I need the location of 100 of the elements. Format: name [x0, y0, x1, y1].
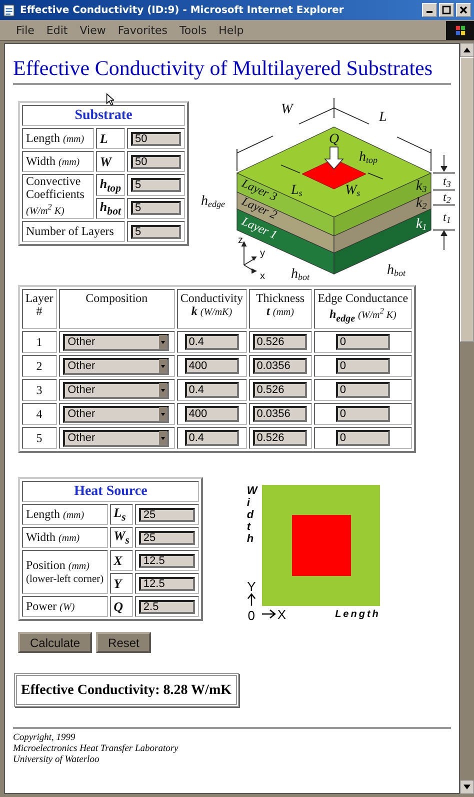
value-field[interactable]: 5	[131, 178, 181, 192]
unit-label: (W/m$^{2}$ K)	[26, 206, 64, 218]
symbol-label: Y	[114, 576, 122, 590]
column-header: Conductivity	[180, 292, 244, 305]
thickness-field[interactable]: 0.526	[252, 334, 307, 350]
field-label: Power	[26, 598, 57, 612]
axes-icon	[241, 241, 257, 274]
field-label: Width	[26, 154, 56, 168]
symbol-label: L$_{s}$	[114, 505, 126, 520]
unit-label: (W)	[60, 602, 75, 612]
value-field[interactable]: 5	[131, 224, 181, 239]
edge-conductance-field[interactable]: 0	[336, 382, 390, 398]
window-title: Effective Conductivity (ID:9) - Microsoft Internet Explorer	[20, 4, 345, 16]
menu-item[interactable]: Tools	[174, 24, 213, 36]
edge-conductance-field[interactable]: 0	[336, 430, 390, 446]
diagram-label: h$_{edge}$	[201, 194, 225, 209]
diagram-label: z	[238, 235, 243, 246]
diagram-label: t$_{2}$	[443, 190, 451, 205]
axis-label: X	[277, 608, 286, 620]
up-arrow-icon	[246, 593, 256, 606]
conductivity-field[interactable]: 400	[184, 406, 239, 422]
menu-item[interactable]: Edit	[40, 24, 74, 36]
diagram-label: t$_{1}$	[443, 210, 451, 225]
menu-item[interactable]: Favorites	[112, 24, 174, 36]
composition-select[interactable]: Other	[62, 334, 169, 350]
symbol-label: W	[100, 154, 112, 168]
unit-label: (mm)	[58, 532, 80, 544]
maximize-icon	[441, 5, 452, 15]
diagram-label: k$_{1}$	[416, 217, 427, 232]
edge-conductance-field[interactable]: 0	[336, 406, 390, 422]
value-field[interactable]: 25	[139, 530, 196, 544]
scroll-thumb[interactable]	[460, 57, 474, 342]
scroll-up-icon[interactable]	[460, 43, 474, 57]
footer-line: Copyright, 1999	[13, 733, 76, 744]
menu-item[interactable]: Help	[212, 24, 250, 36]
table-title: Substrate	[74, 108, 132, 122]
thickness-field[interactable]: 0.526	[252, 430, 307, 446]
diagram-label: k$_{3}$	[416, 179, 427, 194]
diagram-label: Q	[329, 132, 340, 147]
note-label: (lower-left corner)	[26, 572, 104, 586]
value-field[interactable]: 5	[131, 201, 181, 216]
close-button[interactable]	[456, 3, 471, 17]
field-label: Number of Layers	[26, 224, 114, 238]
form-button[interactable]: Reset	[96, 632, 152, 653]
layer-number: 5	[36, 430, 42, 444]
diagram-label: L$_{s}$	[291, 183, 302, 198]
scroll-down-icon[interactable]	[460, 780, 474, 794]
unit-label: (mm)	[272, 307, 294, 318]
diagram-label: h$_{top}$	[359, 150, 378, 165]
unit-label: (mm)	[63, 510, 84, 520]
field-label: Convective Coefficients	[26, 174, 84, 201]
page-icon	[3, 4, 16, 16]
value-field[interactable]: 25	[139, 508, 196, 522]
symbol-label: k	[191, 304, 198, 318]
right-arrow-icon	[262, 609, 276, 619]
diagram-label: y	[260, 248, 265, 259]
composition-select[interactable]: Other	[62, 358, 169, 374]
field-label: Width	[26, 530, 56, 544]
diagram-label: x	[260, 271, 265, 282]
close-icon	[458, 5, 469, 15]
minimize-icon	[426, 11, 433, 13]
symbol-label: X	[114, 552, 122, 568]
thickness-field[interactable]: 0.526	[252, 382, 307, 398]
field-label: Position	[26, 558, 66, 572]
menu-item[interactable]: File	[10, 24, 40, 36]
value-field[interactable]: 12.5	[139, 554, 196, 568]
axis-label: Y	[247, 580, 256, 593]
value-field[interactable]: 50	[131, 132, 181, 146]
symbol-label: L	[100, 130, 108, 146]
value-field[interactable]: 2.5	[139, 600, 196, 614]
value-field[interactable]: 12.5	[139, 576, 196, 590]
diagram-label: k$_{2}$	[416, 196, 427, 211]
maximize-button[interactable]	[439, 3, 454, 17]
symbol-label: W$_{s}$	[114, 528, 130, 544]
unit-label: (mm)	[58, 156, 80, 168]
edge-conductance-field[interactable]: 0	[336, 334, 390, 350]
composition-select[interactable]: Other	[62, 430, 169, 446]
conductivity-field[interactable]: 400	[184, 358, 239, 374]
unit-label: (W/mK)	[200, 307, 232, 318]
value-field[interactable]: 50	[131, 154, 181, 168]
conductivity-field[interactable]: 0.4	[184, 334, 239, 350]
diagram-label: h$_{bot}$	[291, 267, 310, 282]
composition-select[interactable]: Other	[62, 406, 169, 422]
form-button[interactable]: Calculate	[18, 632, 92, 653]
table-title: Heat Source	[74, 484, 148, 498]
column-note: #	[36, 305, 42, 318]
diagram-label: h$_{bot}$	[387, 263, 406, 278]
field-label: Length	[26, 130, 60, 144]
thickness-field[interactable]: 0.0356	[252, 406, 307, 422]
edge-conductance-field[interactable]: 0	[336, 358, 390, 374]
conductivity-field[interactable]: 0.4	[184, 430, 239, 446]
composition-select[interactable]: Other	[62, 382, 169, 398]
thickness-field[interactable]: 0.0356	[252, 358, 307, 374]
mouse-pointer-icon	[106, 93, 114, 106]
layer-number: 1	[36, 334, 42, 348]
menu-item[interactable]: View	[74, 24, 112, 36]
diagram-label: L	[379, 110, 387, 125]
minimize-button[interactable]	[422, 3, 437, 17]
footer-line: Microelectronics Heat Transfer Laboratory	[13, 744, 180, 755]
conductivity-field[interactable]: 0.4	[184, 382, 239, 398]
